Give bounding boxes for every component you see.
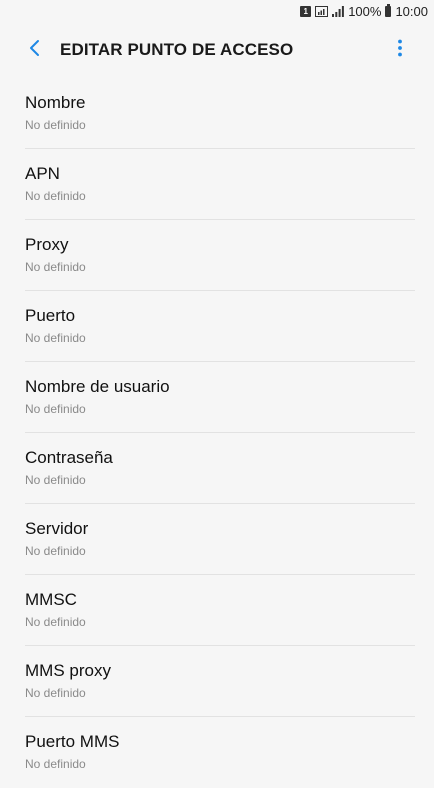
setting-item-contrasena[interactable]: Contraseña No definido [0,433,434,504]
setting-value: No definido [25,757,86,771]
setting-label: Nombre de usuario [25,377,170,396]
more-options-button[interactable] [382,30,418,70]
setting-label: Puerto MMS [25,732,120,751]
setting-label: Servidor [25,519,89,538]
setting-item-puerto-mms[interactable]: Puerto MMS No definido [0,717,434,788]
signal-icon [332,5,345,17]
setting-value: No definido [25,118,86,132]
setting-label: MMSC [25,590,77,609]
setting-item-puerto[interactable]: Puerto No definido [0,291,434,362]
apn-settings-list: Nombre No definido APN No definido Proxy… [0,78,434,788]
back-button[interactable] [14,30,54,70]
setting-label: APN [25,164,60,183]
chevron-left-icon [28,39,40,62]
page-title: EDITAR PUNTO DE ACCESO [60,40,294,59]
sim-badge: 1 [300,5,312,17]
clock: 10:00 [395,3,428,19]
setting-item-mms-proxy[interactable]: MMS proxy No definido [0,646,434,717]
setting-label: Nombre [25,93,86,112]
setting-label: MMS proxy [25,661,111,680]
setting-item-proxy[interactable]: Proxy No definido [0,220,434,291]
setting-item-nombre[interactable]: Nombre No definido [0,78,434,149]
setting-label: Contraseña [25,448,113,467]
setting-value: No definido [25,189,86,203]
battery-percentage: 100% [348,3,382,19]
app-bar: EDITAR PUNTO DE ACCESO [0,22,434,78]
wifi-calling-icon [315,5,329,17]
setting-item-mmsc[interactable]: MMSC No definido [0,575,434,646]
setting-value: No definido [25,615,86,629]
setting-value: No definido [25,402,86,416]
setting-value: No definido [25,331,86,345]
setting-label: Puerto [25,306,76,325]
setting-value: No definido [25,260,86,274]
setting-item-nombre-de-usuario[interactable]: Nombre de usuario No definido [0,362,434,433]
setting-label: Proxy [25,235,69,254]
status-bar: 1 100% 10:00 [0,0,434,22]
setting-value: No definido [25,473,86,487]
setting-value: No definido [25,686,86,700]
setting-value: No definido [25,544,86,558]
battery-icon [385,3,392,17]
setting-item-servidor[interactable]: Servidor No definido [0,504,434,575]
more-vert-icon [398,39,402,62]
setting-item-apn[interactable]: APN No definido [0,149,434,220]
